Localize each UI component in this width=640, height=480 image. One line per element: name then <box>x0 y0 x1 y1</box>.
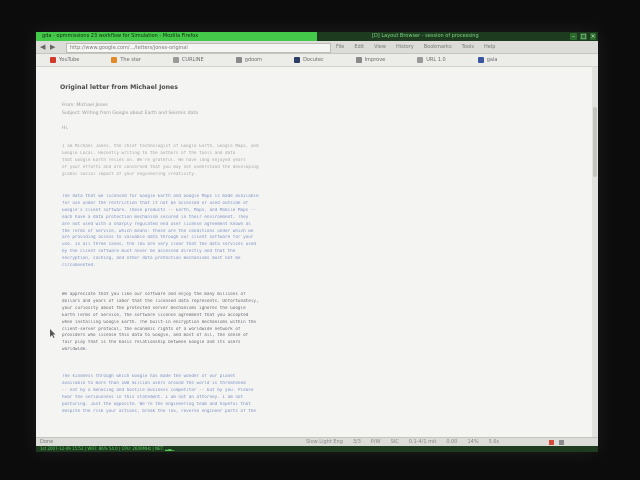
bookmark-favicon-icon <box>477 57 484 63</box>
text-line: Earth Terms of Service, the software lic… <box>62 312 249 318</box>
navigation-toolbar: ◀ ▶ http://www.google.com/.../letters/jo… <box>36 41 598 54</box>
menu-items: File Edit View History Bookmarks Tools H… <box>336 41 495 53</box>
paragraph-1: I am Michael Jones, the chief technologi… <box>62 144 354 179</box>
text-line: Google Local. Recently writing to the au… <box>62 150 236 156</box>
bookmark-favicon-icon <box>111 57 118 63</box>
bookmarks-toolbar: YouTube The star CURLINE gdoom Docutec Improv… <box>36 54 598 67</box>
document-view[interactable]: Original letter from Michael Jones From:… <box>36 67 598 437</box>
bookmark-label: Docutec <box>303 57 324 63</box>
menu-tools[interactable]: Tools <box>462 41 474 53</box>
monitor-screen: gda - opmmissions 23 workflow for Simula… <box>36 32 598 452</box>
menu-view[interactable]: View <box>374 41 386 53</box>
bookmark-label: gala <box>486 57 498 63</box>
vertical-scrollbar[interactable] <box>592 67 598 437</box>
close-icon[interactable]: × <box>590 33 596 40</box>
title-bar[interactable]: gda - opmmissions 23 workflow for Simula… <box>36 32 598 41</box>
window-title: gda - opmmissions 23 workflow for Simula… <box>42 33 199 39</box>
bookmark-favicon-icon <box>294 57 301 63</box>
text-line: dollars and years of labor that the lice… <box>62 298 259 304</box>
bookmark-label: The star <box>120 57 141 63</box>
bookmark-item[interactable]: The star <box>111 57 141 63</box>
bookmark-label: CURLINE <box>181 57 204 63</box>
text-line: hear the seriousness in this statement. … <box>62 394 244 400</box>
bookmark-item[interactable]: YouTube <box>50 57 79 63</box>
status-indicator-icon[interactable] <box>549 440 554 445</box>
text-line: are not used with a sharply regulated en… <box>62 221 251 227</box>
text-line: worldwide. <box>62 347 88 353</box>
text-line: are providing access to valuable data th… <box>62 235 254 241</box>
text-line: We appreciate that you like our software… <box>62 292 246 297</box>
text-line: The data that we licensed for Google Ear… <box>62 194 259 199</box>
bookmark-item[interactable]: URL 1.0 <box>417 57 446 63</box>
bookmark-label: Improve <box>364 57 386 63</box>
text-line: the Terms of Service, which means: these… <box>62 228 254 234</box>
text-line: your curiosity about the protected serve… <box>62 305 246 311</box>
text-line: Google's client software. These products… <box>62 207 257 213</box>
text-line: posturing. Just the opposite. We're the … <box>62 401 251 407</box>
text-line: by the client software must never be acc… <box>62 249 236 255</box>
text-line: for use under the restriction that it no… <box>62 200 249 206</box>
bookmark-item[interactable]: gala <box>477 57 498 63</box>
bookmark-item[interactable]: CURLINE <box>172 57 204 63</box>
bookmark-item[interactable]: Improve <box>355 57 386 63</box>
system-taskbar: 1st 2007-12-09 15:52 | WIFI: 86% 54.0 | … <box>36 446 598 452</box>
bookmark-favicon-icon <box>50 57 56 63</box>
back-button[interactable]: ◀ <box>40 42 45 52</box>
text-line: of your efforts and are concerned that y… <box>62 164 259 170</box>
maximize-icon[interactable]: □ <box>580 33 587 40</box>
forward-button[interactable]: ▶ <box>50 42 55 52</box>
text-line: I am Michael Jones, the chief technologi… <box>62 144 259 149</box>
minimize-icon[interactable]: – <box>570 33 577 40</box>
paragraph-4: The kindness through which Google has ma… <box>62 374 354 415</box>
text-line: use. In all three cases, the ToS are ver… <box>62 242 257 248</box>
subject-line: Subject: Writing from Google about Earth… <box>62 111 198 116</box>
status-indicator-icon[interactable] <box>559 440 564 445</box>
text-line: encryption, caching, and other data prot… <box>62 256 241 262</box>
menu-edit[interactable]: Edit <box>354 41 364 53</box>
text-line: global social impact of your engineering… <box>62 171 197 177</box>
bookmark-item[interactable]: Docutec <box>294 57 324 63</box>
paragraph-2: The data that we licensed for Google Ear… <box>62 194 354 270</box>
taskbar-status-text: 1st 2007-12-09 15:52 | WIFI: 86% 54.0 | … <box>40 446 175 451</box>
bookmark-favicon-icon <box>172 57 179 63</box>
text-line: that Google Earth relies on. We're grate… <box>62 157 246 163</box>
scrollbar-thumb[interactable] <box>593 107 597 177</box>
bookmark-favicon-icon <box>355 57 362 63</box>
text-line: available to more than 100 million users… <box>62 380 246 386</box>
mouse-pointer-icon <box>50 329 56 338</box>
address-bar[interactable]: http://www.google.com/.../letters/jones-… <box>66 43 331 53</box>
page-title: Original letter from Michael Jones <box>60 84 178 91</box>
from-line: From: Michael Jones <box>62 103 108 108</box>
bookmark-label: gdoom <box>244 57 263 63</box>
bookmark-label: URL 1.0 <box>426 57 446 63</box>
text-line: despite the risk your actions, break the… <box>62 408 257 414</box>
text-line: fair play that is the basic relationship… <box>62 340 241 346</box>
bookmark-favicon-icon <box>417 57 424 63</box>
menu-history[interactable]: History <box>396 41 414 53</box>
text-line: each have a data protection mechanism se… <box>62 214 249 220</box>
menu-file[interactable]: File <box>336 41 344 53</box>
menu-bookmarks[interactable]: Bookmarks <box>424 41 452 53</box>
bookmark-label: YouTube <box>59 57 80 63</box>
text-line: providers who license this data to Googl… <box>62 333 249 339</box>
bookmark-favicon-icon <box>235 57 242 63</box>
text-line: client-server protocol, the economic rig… <box>62 326 241 332</box>
paragraph-3: We appreciate that you like our software… <box>62 292 354 354</box>
text-line: -- not by a menacing and hostile busines… <box>62 387 254 393</box>
salutation: Hi, <box>62 126 69 131</box>
text-line: circumvented. <box>62 263 96 269</box>
text-line: when installing Google Earth. The built-… <box>62 319 257 325</box>
text-line: The kindness through which Google has ma… <box>62 374 236 379</box>
menu-help[interactable]: Help <box>484 41 495 53</box>
bookmark-item[interactable]: gdoom <box>235 57 263 63</box>
secondary-window-title[interactable]: [D] Layout Browser - session of processi… <box>372 32 572 41</box>
